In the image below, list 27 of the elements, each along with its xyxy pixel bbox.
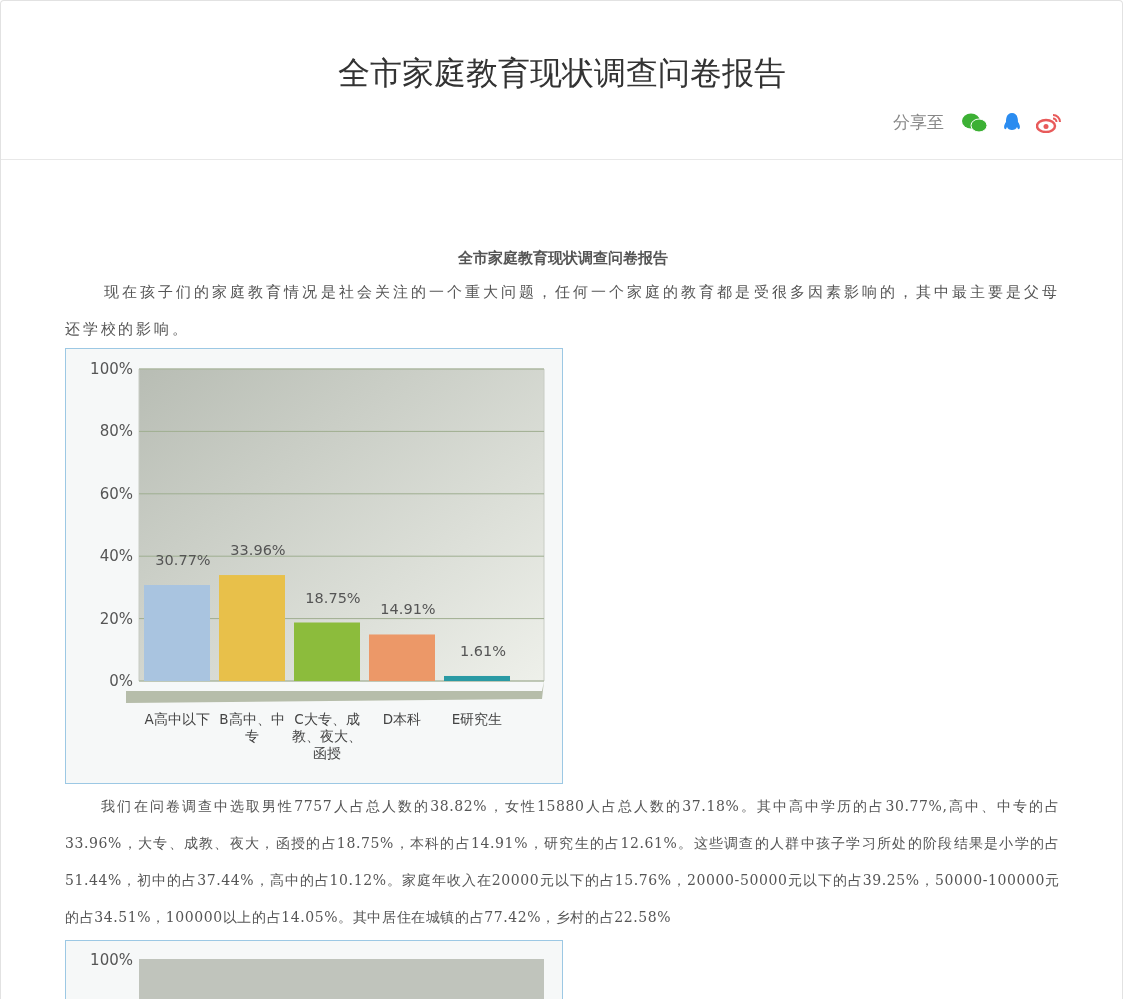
bar [369, 634, 435, 681]
value-label: 33.96% [230, 542, 286, 559]
bar [294, 622, 360, 681]
bar [444, 676, 510, 681]
page-title: 全市家庭教育现状调查问卷报告 [337, 53, 786, 93]
axis-tick-label: 60% [99, 484, 133, 503]
body-paragraph: 我们在问卷调查中选取男性7757人占总人数的38.82%，女性15880人占总人数的37.18%。其中高中学历的占30.77%,高中、中专的占33.96%，大专、成教、夜大，函授的占18.75%，本科的占14.91%，研究生的占12.61%。这些调查的人群中孩子学习所处的阶段结果是小学的占51.44%，初中的占37.44%，高中的占10.12%。家庭年收入在20000元以下的占15.76%，20000-50000元以下的占39.25%，50000-100000元的占34.51%，100000以上的占14.05%。其中居住在城镇的占77.42%，乡村的占22.58% [65, 797, 1060, 927]
article-heading: 全市家庭教育现状调查问卷报告 [456, 248, 669, 269]
weibo-icon[interactable] [1036, 112, 1062, 133]
axis-tick-label: 20% [99, 609, 133, 628]
axis-tick-label: 100% [90, 360, 133, 378]
share-label: 分享至 [893, 111, 944, 134]
axis-tick-label: 0% [109, 672, 133, 690]
axis-tick-label: 100% [90, 951, 133, 969]
category-label: A高中以下 [143, 711, 211, 728]
category-label: C大专、成教、夜大、函授 [291, 711, 363, 762]
chat-bubbles-icon[interactable] [962, 112, 988, 133]
category-label: E研究生 [450, 711, 504, 728]
category-label: D本科 [381, 711, 423, 728]
axis-tick-label: 80% [99, 422, 133, 441]
axis-tick-label: 40% [99, 547, 133, 566]
value-label: 18.75% [305, 589, 361, 606]
value-label: 1.61% [459, 643, 507, 659]
intro-paragraph: 现在孩子们的家庭教育情况是社会关注的一个重大问题，任何一个家庭的教育都是受很多因素影响的，其中最主要是父母还学校的影响。 [65, 282, 1060, 340]
value-label: 14.91% [380, 601, 436, 618]
value-label: 30.77% [155, 552, 211, 568]
category-label: B高中、中专 [218, 711, 286, 745]
